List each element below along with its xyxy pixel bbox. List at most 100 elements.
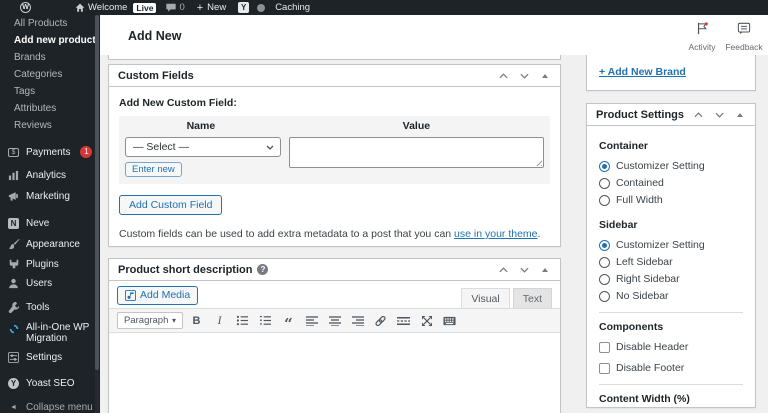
paragraph-format-select[interactable]: Paragraph ▾ (117, 312, 183, 329)
sidebar-item-attributes[interactable]: Attributes (0, 100, 100, 117)
bold-button[interactable]: B (187, 312, 206, 329)
sidebar-item-tags[interactable]: Tags (0, 83, 100, 100)
sidebar-item-payments[interactable]: $ Payments 1 (0, 142, 100, 162)
custom-field-name-select[interactable]: — Select — (125, 137, 282, 157)
radio-sidebar-right[interactable]: Right Sidebar (599, 273, 743, 285)
resize-handle[interactable] (535, 159, 542, 166)
sidebar-item-all-in-one-wp-migration[interactable]: All-in-One WP Migration (0, 319, 100, 347)
bulleted-list-icon[interactable] (233, 312, 252, 329)
page-title: Add New (128, 29, 182, 43)
align-left-icon[interactable] (302, 312, 321, 329)
align-center-icon[interactable] (325, 312, 344, 329)
status-dot-icon[interactable] (257, 3, 266, 12)
toolbar-toggle-icon[interactable] (440, 312, 459, 329)
comments-menu[interactable]: 0 (166, 2, 185, 13)
sidebar-item-users[interactable]: Users (0, 273, 100, 293)
sidebar-item-reviews[interactable]: Reviews (0, 117, 100, 134)
sidebar-item-plugins[interactable]: Plugins (0, 254, 100, 274)
wrench-icon (7, 301, 20, 314)
radio-sidebar-customizer[interactable]: Customizer Setting (599, 239, 743, 251)
move-up-icon[interactable] (497, 70, 509, 82)
link-icon[interactable] (371, 312, 390, 329)
move-up-icon[interactable] (497, 264, 509, 276)
sidebar-item-marketing[interactable]: Marketing (0, 186, 100, 206)
checkbox-icon (599, 362, 610, 374)
sidebar-scrollbar[interactable] (95, 15, 99, 413)
collapse-arrow-icon: ◄ (10, 403, 17, 411)
sidebar-item-settings[interactable]: Settings (0, 347, 100, 367)
sidebar-item-appearance[interactable]: Appearance (0, 234, 100, 254)
editor-toolbar: Paragraph ▾ B I “ (109, 308, 560, 333)
product-short-description-panel: Product short description ? Add Media Vi… (108, 258, 561, 413)
caching-menu[interactable]: Caching (275, 2, 310, 13)
short-description-header[interactable]: Product short description ? (109, 259, 560, 281)
brands-panel-bottom: + Add New Brand (586, 55, 756, 91)
page-header: Add New Activity Feedback (100, 15, 768, 55)
add-media-button[interactable]: Add Media (117, 286, 199, 305)
toggle-panel-icon[interactable] (734, 109, 746, 121)
move-down-icon[interactable] (518, 264, 530, 276)
blockquote-icon[interactable]: “ (279, 312, 298, 332)
plus-icon: + (196, 1, 204, 14)
radio-icon (599, 177, 610, 189)
radio-icon (599, 239, 610, 251)
custom-fields-help-text: Custom fields can be used to add extra m… (119, 228, 541, 240)
wordpress-admin-screen: W Welcome Live 0 + New Y Caching All Pro… (0, 0, 768, 413)
toggle-panel-icon[interactable] (539, 264, 551, 276)
custom-fields-header[interactable]: Custom Fields (109, 65, 560, 87)
move-down-icon[interactable] (713, 109, 725, 121)
radio-container-contained[interactable]: Contained (599, 177, 743, 189)
radio-icon (599, 160, 610, 172)
enter-new-button[interactable]: Enter new (125, 162, 182, 177)
radio-container-full-width[interactable]: Full Width (599, 194, 743, 206)
help-icon[interactable]: ? (257, 264, 269, 275)
move-down-icon[interactable] (518, 70, 530, 82)
sidebar-item-all-products[interactable]: All Products (0, 15, 100, 32)
chevron-down-icon (266, 145, 274, 150)
editor-content-area[interactable] (109, 333, 560, 413)
yoast-seo-icon: Y (7, 377, 20, 390)
checkbox-disable-footer[interactable]: Disable Footer (599, 362, 743, 374)
add-custom-field-button[interactable]: Add Custom Field (119, 195, 223, 215)
italic-button[interactable]: I (210, 312, 229, 329)
sidebar-item-tools[interactable]: Tools (0, 297, 100, 317)
divider (599, 384, 743, 385)
radio-icon (599, 273, 610, 285)
add-new-brand-link[interactable]: + Add New Brand (599, 66, 686, 78)
user-icon (7, 277, 20, 290)
radio-icon (599, 290, 610, 302)
checkbox-icon (599, 341, 610, 353)
toggle-panel-icon[interactable] (539, 70, 551, 82)
sidebar-item-add-new-product[interactable]: Add new product (0, 32, 100, 49)
product-settings-header[interactable]: Product Settings (587, 104, 755, 126)
align-right-icon[interactable] (348, 312, 367, 329)
new-menu[interactable]: + New (197, 2, 226, 14)
read-more-tag-icon[interactable] (394, 312, 413, 329)
use-in-your-theme-link[interactable]: use in your theme (454, 228, 537, 240)
activity-button[interactable]: Activity (680, 22, 724, 52)
sidebar-item-brands[interactable]: Brands (0, 49, 100, 66)
sidebar-item-categories[interactable]: Categories (0, 66, 100, 83)
sidebar-item-neve[interactable]: N Neve (0, 213, 100, 233)
radio-sidebar-none[interactable]: No Sidebar (599, 290, 743, 302)
fullscreen-icon[interactable] (417, 312, 436, 329)
wordpress-logo-icon[interactable]: W (20, 2, 31, 13)
admin-bar: W Welcome Live 0 + New Y Caching (0, 0, 768, 15)
custom-fields-table: Name Value — Select — Enter new (119, 116, 550, 184)
custom-field-value-textarea[interactable] (289, 137, 544, 168)
neve-theme-icon: N (7, 217, 20, 230)
tab-text[interactable]: Text (512, 288, 552, 308)
radio-container-customizer[interactable]: Customizer Setting (599, 160, 743, 172)
numbered-list-icon[interactable] (256, 312, 275, 329)
site-menu-welcome[interactable]: Welcome (75, 2, 127, 13)
move-up-icon[interactable] (692, 109, 704, 121)
collapse-menu-button[interactable]: ◄ Collapse menu (0, 397, 100, 413)
feedback-button[interactable]: Feedback (722, 22, 766, 52)
checkbox-disable-header[interactable]: Disable Header (599, 341, 743, 353)
radio-sidebar-left[interactable]: Left Sidebar (599, 256, 743, 268)
sidebar-item-analytics[interactable]: Analytics (0, 165, 100, 185)
sidebar-item-yoast-seo[interactable]: Y Yoast SEO (0, 373, 100, 393)
yoast-admin-bar-icon[interactable]: Y (238, 2, 250, 13)
tab-visual[interactable]: Visual (461, 288, 510, 308)
settings-icon (7, 351, 20, 364)
